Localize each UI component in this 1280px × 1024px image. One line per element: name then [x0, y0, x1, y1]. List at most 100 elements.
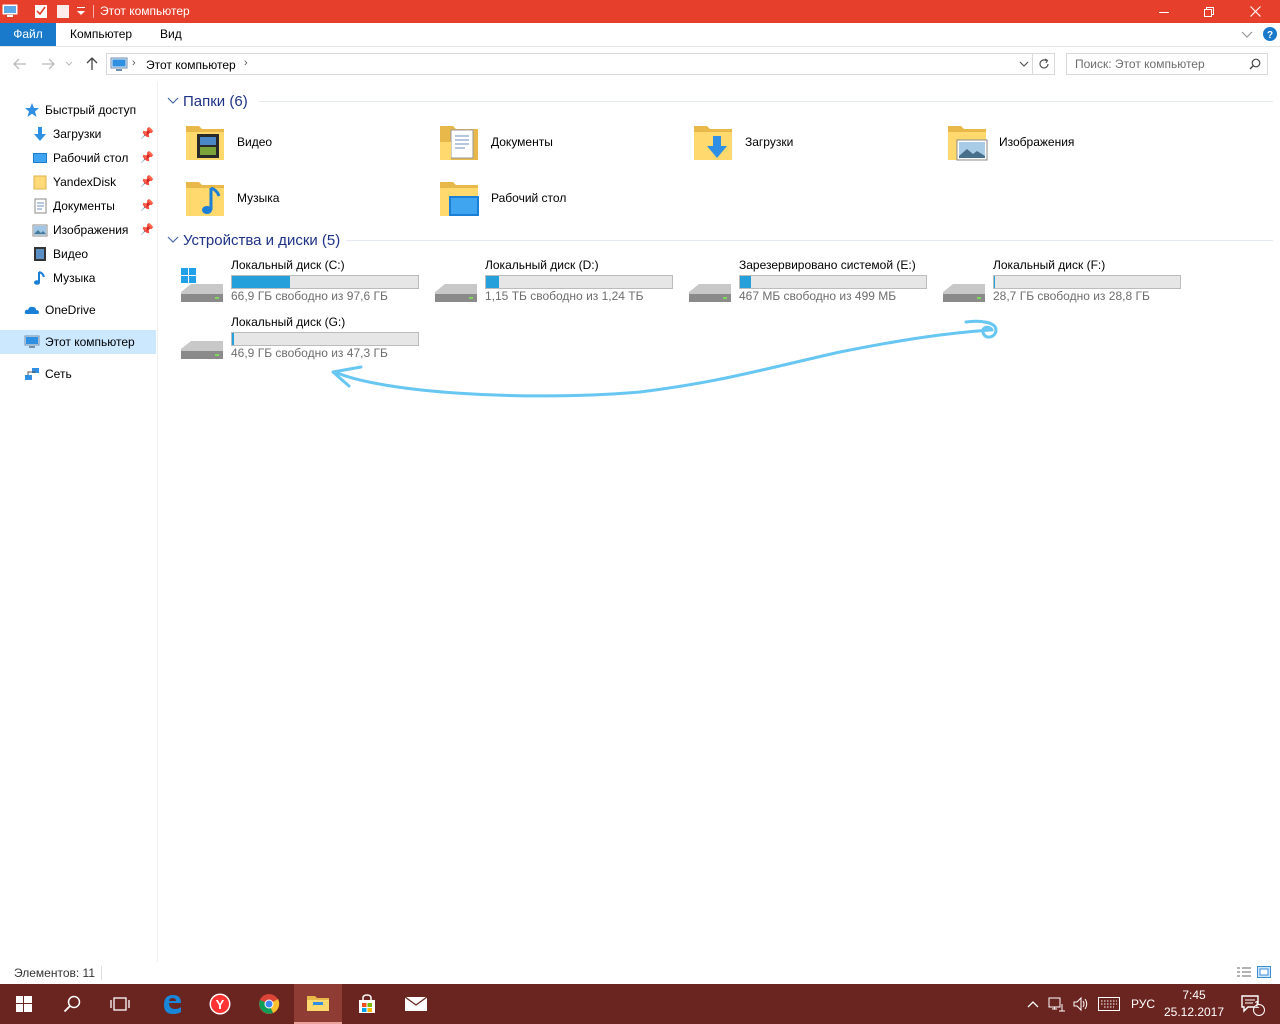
status-bar: Элементов: 11 — [0, 962, 1280, 984]
sidebar-item-pictures[interactable]: Изображения 📌 — [0, 219, 156, 241]
back-button[interactable] — [10, 55, 30, 73]
taskbar-app-mail[interactable] — [392, 984, 440, 1024]
drive-f[interactable]: Локальный диск (F:) 28,7 ГБ свободно из … — [941, 258, 1191, 310]
sidebar-item-desktop[interactable]: Рабочий стол 📌 — [0, 147, 156, 169]
taskbar-app-edge[interactable] — [148, 984, 196, 1024]
breadcrumb-chevron-icon[interactable]: › — [132, 57, 136, 69]
show-hidden-icons-button[interactable] — [1023, 984, 1043, 1024]
drive-name: Локальный диск (G:) — [231, 315, 346, 329]
drive-usage-fill — [740, 276, 751, 288]
sidebar-item-label: Этот компьютер — [45, 335, 135, 349]
search-icon[interactable] — [1249, 58, 1261, 73]
folder-music[interactable]: Музыка — [183, 176, 433, 226]
windows-drive-icon — [179, 268, 225, 308]
drive-e[interactable]: Зарезервировано системой (E:) 467 МБ сво… — [687, 258, 937, 310]
customize-toolbar-icon[interactable] — [76, 5, 86, 20]
sidebar-item-video[interactable]: Видео — [0, 243, 156, 265]
title-bar: Этот компьютер — [0, 0, 1280, 23]
drive-d[interactable]: Локальный диск (D:) 1,15 ТБ свободно из … — [433, 258, 683, 310]
pin-icon[interactable]: 📌 — [140, 175, 154, 188]
breadcrumb-this-pc[interactable]: Этот компьютер — [146, 58, 236, 72]
yandex-browser-icon: Y — [209, 993, 231, 1015]
drive-g[interactable]: Локальный диск (G:) 46,9 ГБ свободно из … — [179, 315, 429, 367]
desktop-icon — [32, 150, 48, 166]
sidebar-item-quick-access[interactable]: Быстрый доступ — [0, 99, 156, 121]
details-view-icon[interactable] — [1236, 966, 1252, 982]
drive-usage-bar — [485, 275, 673, 289]
pin-icon[interactable]: 📌 — [140, 223, 154, 236]
help-icon[interactable]: ? — [1263, 27, 1277, 44]
notification-count: 1 — [1254, 1000, 1260, 1011]
taskbar-app-chrome[interactable] — [245, 984, 293, 1024]
taskbar-app-yandex-browser[interactable]: Y — [196, 984, 244, 1024]
notifications-icon — [1241, 995, 1265, 1016]
desktop-folder-icon — [437, 176, 481, 220]
sidebar-item-yandexdisk[interactable]: YandexDisk 📌 — [0, 171, 156, 193]
forward-button[interactable] — [38, 55, 58, 73]
folder-documents[interactable]: Документы — [437, 120, 687, 170]
breadcrumb-chevron-icon[interactable]: › — [244, 57, 248, 69]
drive-c[interactable]: Локальный диск (C:) 66,9 ГБ свободно из … — [179, 258, 429, 310]
drive-icon — [433, 268, 479, 308]
search-box[interactable] — [1066, 53, 1268, 75]
search-input[interactable] — [1067, 54, 1242, 74]
sidebar-item-this-pc[interactable]: Этот компьютер — [0, 330, 156, 354]
minimize-button[interactable] — [1141, 0, 1187, 23]
pin-icon[interactable]: 📌 — [140, 127, 154, 140]
sidebar-item-onedrive[interactable]: OneDrive — [0, 299, 156, 321]
group-title: Папки (6) — [183, 92, 248, 110]
taskbar-app-file-explorer[interactable] — [294, 984, 342, 1024]
task-view-icon — [110, 997, 130, 1011]
address-dropdown-icon[interactable] — [1018, 57, 1030, 74]
large-icons-view-icon[interactable] — [1257, 965, 1271, 982]
folders-group-header[interactable]: Папки (6) — [167, 91, 248, 111]
computer-icon[interactable] — [2, 4, 18, 21]
volume-tray-button[interactable] — [1070, 984, 1092, 1024]
sidebar-item-downloads[interactable]: Загрузки 📌 — [0, 123, 156, 145]
properties-icon[interactable] — [34, 4, 48, 22]
sidebar-item-documents[interactable]: Документы 📌 — [0, 195, 156, 217]
folder-downloads[interactable]: Загрузки — [691, 120, 941, 170]
expand-ribbon-icon[interactable] — [1241, 28, 1253, 43]
drive-free-space: 46,9 ГБ свободно из 47,3 ГБ — [231, 346, 388, 360]
restore-button[interactable] — [1186, 0, 1232, 23]
tab-file[interactable]: Файл — [0, 23, 56, 46]
action-center-button[interactable]: 1 — [1232, 984, 1272, 1024]
address-bar[interactable]: › Этот компьютер › — [106, 53, 1033, 75]
folder-desktop[interactable]: Рабочий стол — [437, 176, 687, 226]
touch-keyboard-button[interactable] — [1095, 984, 1123, 1024]
search-button[interactable] — [48, 984, 96, 1024]
tab-computer[interactable]: Компьютер — [56, 23, 146, 46]
folder-video[interactable]: Видео — [183, 120, 433, 170]
folder-pictures[interactable]: Изображения — [945, 120, 1195, 170]
sidebar-item-label: YandexDisk — [53, 175, 117, 189]
pin-icon[interactable]: 📌 — [140, 199, 154, 212]
drive-icon — [179, 325, 225, 365]
back-arrow-icon — [13, 58, 26, 70]
sidebar-item-music[interactable]: Музыка — [0, 267, 156, 289]
recent-locations-button[interactable] — [62, 55, 76, 73]
language-indicator[interactable]: РУС — [1126, 984, 1160, 1024]
mail-icon — [404, 996, 428, 1011]
pin-icon[interactable]: 📌 — [140, 151, 154, 164]
start-button[interactable] — [0, 984, 48, 1024]
up-button[interactable] — [82, 55, 102, 73]
network-tray-button[interactable] — [1046, 984, 1068, 1024]
group-divider — [259, 101, 1273, 102]
navigation-bar: › Этот компьютер › — [0, 47, 1280, 82]
clock[interactable]: 7:45 25.12.2017 — [1160, 987, 1228, 1021]
start-icon — [16, 996, 32, 1012]
refresh-button[interactable] — [1033, 53, 1055, 75]
new-folder-icon[interactable] — [56, 4, 70, 22]
window-title: Этот компьютер — [100, 4, 190, 18]
drives-group-header[interactable]: Устройства и диски (5) — [167, 230, 340, 250]
network-icon — [24, 366, 40, 382]
drive-usage-bar — [739, 275, 927, 289]
tab-view[interactable]: Вид — [146, 23, 196, 46]
task-view-button[interactable] — [96, 984, 144, 1024]
taskbar-app-store[interactable] — [343, 984, 391, 1024]
close-button[interactable] — [1232, 0, 1278, 23]
sidebar-item-network[interactable]: Сеть — [0, 363, 156, 385]
drive-icon — [687, 268, 733, 308]
sidebar-item-label: Рабочий стол — [53, 151, 129, 165]
